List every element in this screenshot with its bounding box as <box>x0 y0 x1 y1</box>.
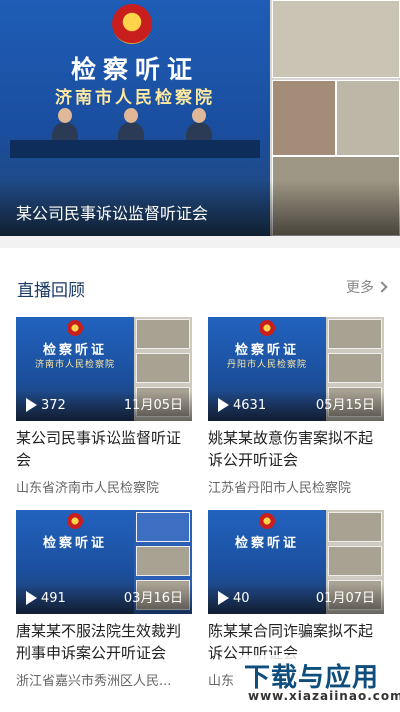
thumbnail-subtitle: 丹阳市人民检察院 <box>226 360 307 370</box>
play-icon <box>218 398 229 412</box>
broadcast-date: 11月05日 <box>123 398 183 413</box>
video-feed <box>328 353 382 383</box>
procuratorate-emblem-icon <box>259 513 275 529</box>
view-count: 372 <box>41 398 66 413</box>
more-link[interactable]: 更多 <box>346 277 388 297</box>
watermark-url: www.xiazaiinao.com <box>248 689 400 703</box>
replay-section: 直播回顾 更多 检察听证 济南市人民检察院 372 11月05日 某公司民事诉讼… <box>0 248 400 712</box>
broadcast-date: 01月07日 <box>315 591 375 606</box>
view-count: 40 <box>233 591 250 606</box>
broadcast-date: 03月16日 <box>123 591 183 606</box>
hero-banner-subtitle: 济南市人民检察院 <box>55 88 215 108</box>
video-feed <box>136 319 190 349</box>
video-feed <box>272 0 400 78</box>
replay-card[interactable]: 检察听证 491 03月16日 唐某某不服法院生效裁判刑事申诉案公开听证会 浙江… <box>16 510 192 689</box>
card-title[interactable]: 姚某某故意伤害案拟不起诉公开听证会 <box>208 427 384 471</box>
play-icon <box>218 591 229 605</box>
video-thumbnail[interactable]: 检察听证 丹阳市人民检察院 4631 05月15日 <box>208 317 384 421</box>
thumbnail-title: 检察听证 <box>42 536 107 551</box>
thumbnail-title: 检察听证 <box>234 536 299 551</box>
procuratorate-emblem-icon <box>67 513 83 529</box>
site-watermark: 下载与应用 www.xiazaiinao.com <box>238 655 400 707</box>
thumbnail-title: 检察听证 <box>234 343 299 358</box>
more-label: 更多 <box>346 280 374 296</box>
play-icon <box>26 398 37 412</box>
thumbnail-subtitle: 济南市人民检察院 <box>34 360 115 370</box>
hero-caption: 某公司民事诉讼监督听证会 <box>16 204 209 223</box>
card-title[interactable]: 唐某某不服法院生效裁判刑事申诉案公开听证会 <box>16 620 192 664</box>
hero-banner-title: 检察听证 <box>70 55 199 84</box>
procuratorate-emblem-icon <box>259 320 275 336</box>
view-count: 491 <box>41 591 66 606</box>
video-feed <box>336 80 400 156</box>
video-feed <box>136 512 190 542</box>
view-count: 4631 <box>233 398 267 413</box>
hearing-desk <box>10 140 260 158</box>
video-feed <box>328 512 382 542</box>
card-organization: 浙江省嘉兴市秀洲区人民... <box>16 674 172 689</box>
video-thumbnail[interactable]: 检察听证 济南市人民检察院 372 11月05日 <box>16 317 192 421</box>
thumbnail-title: 检察听证 <box>42 343 107 358</box>
replay-card[interactable]: 检察听证 济南市人民检察院 372 11月05日 某公司民事诉讼监督听证会 山东… <box>16 317 192 496</box>
card-organization: 江苏省丹阳市人民检察院 <box>208 481 352 496</box>
video-feed <box>272 80 336 156</box>
play-icon <box>26 591 37 605</box>
video-thumbnail[interactable]: 检察听证 40 01月07日 <box>208 510 384 614</box>
chevron-right-icon <box>376 281 388 293</box>
card-organization: 山东省济南市人民检察院 <box>16 481 160 496</box>
procuratorate-emblem-icon <box>67 320 83 336</box>
video-feed <box>328 319 382 349</box>
video-feed <box>136 546 190 576</box>
broadcast-date: 05月15日 <box>315 398 375 413</box>
card-title[interactable]: 某公司民事诉讼监督听证会 <box>16 427 192 471</box>
procuratorate-emblem-icon <box>112 4 152 44</box>
section-title: 直播回顾 <box>17 281 85 301</box>
video-feed <box>136 353 190 383</box>
video-thumbnail[interactable]: 检察听证 491 03月16日 <box>16 510 192 614</box>
video-feed <box>328 546 382 576</box>
replay-card[interactable]: 检察听证 丹阳市人民检察院 4631 05月15日 姚某某故意伤害案拟不起诉公开… <box>208 317 384 496</box>
hero-banner[interactable]: 检察听证 济南市人民检察院 某公司民事诉讼监督听证会 <box>0 0 400 236</box>
